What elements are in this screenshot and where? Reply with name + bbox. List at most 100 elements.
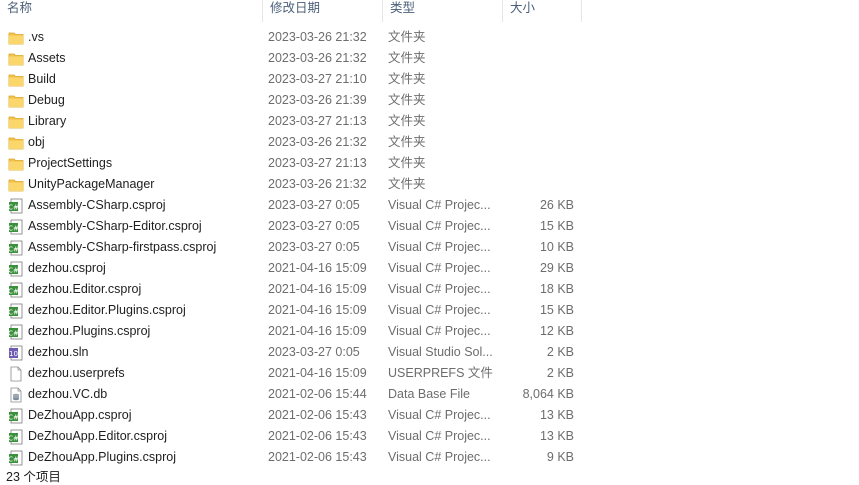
file-type: Visual Studio Sol...	[388, 345, 493, 359]
file-size: 15 KB	[539, 219, 574, 233]
file-row[interactable]: obj 2023-03-26 21:32 文件夹	[0, 132, 859, 153]
file-name: Assets	[28, 51, 66, 65]
csproj-icon: C#	[8, 450, 24, 466]
file-size: 18 KB	[539, 282, 574, 296]
file-size: 13 KB	[539, 408, 574, 422]
file-modified-date: 2021-04-16 15:09	[268, 282, 367, 296]
file-list: .vs 2023-03-26 21:32 文件夹 Assets 2023-03-26 2…	[0, 27, 859, 468]
svg-text:C#: C#	[8, 414, 19, 422]
file-name: Library	[28, 114, 67, 128]
file-row[interactable]: Library 2023-03-27 21:13 文件夹	[0, 111, 859, 132]
file-type: 文件夹	[388, 93, 426, 107]
file-size: 8,064 KB	[522, 387, 574, 401]
file-row[interactable]: Debug 2023-03-26 21:39 文件夹	[0, 90, 859, 111]
file-row[interactable]: C# dezhou.Plugins.csproj 2021-04-16 15:09 V…	[0, 321, 859, 342]
file-size: 13 KB	[539, 429, 574, 443]
file-row[interactable]: C# dezhou.Editor.csproj 2021-04-16 15:09 Vi…	[0, 279, 859, 300]
file-type: USERPREFS 文件	[388, 366, 493, 380]
file-modified-date: 2023-03-27 21:10	[268, 72, 367, 86]
file-type: Visual C# Projec...	[388, 408, 491, 422]
file-row[interactable]: C# DeZhouApp.csproj 2021-02-06 15:43 Visual…	[0, 405, 859, 426]
column-header-type[interactable]: 类型	[382, 0, 502, 22]
file-name: DeZhouApp.Plugins.csproj	[28, 450, 176, 464]
file-modified-date: 2023-03-26 21:32	[268, 51, 367, 65]
column-header-modified[interactable]: 修改日期	[262, 0, 382, 22]
file-size: 15 KB	[539, 303, 574, 317]
file-type: 文件夹	[388, 72, 426, 86]
file-modified-date: 2023-03-26 21:32	[268, 30, 367, 44]
file-size: 12 KB	[539, 324, 574, 338]
csproj-icon: C#	[8, 198, 24, 214]
csproj-icon: C#	[8, 282, 24, 298]
file-modified-date: 2023-03-27 21:13	[268, 114, 367, 128]
file-name: Debug	[28, 93, 65, 107]
file-type: 文件夹	[388, 135, 426, 149]
file-row[interactable]: C# dezhou.csproj 2021-04-16 15:09 Visual C#…	[0, 258, 859, 279]
file-type: 文件夹	[388, 156, 426, 170]
file-type: Visual C# Projec...	[388, 324, 491, 338]
file-modified-date: 2021-02-06 15:43	[268, 450, 367, 464]
file-row[interactable]: ProjectSettings 2023-03-27 21:13 文件夹	[0, 153, 859, 174]
file-row[interactable]: C# Assembly-CSharp-firstpass.csproj 2023-0…	[0, 237, 859, 258]
file-modified-date: 2021-04-16 15:09	[268, 366, 367, 380]
svg-text:C#: C#	[8, 435, 19, 443]
file-type: Visual C# Projec...	[388, 303, 491, 317]
file-type: Visual C# Projec...	[388, 198, 491, 212]
file-size: 9 KB	[546, 450, 574, 464]
folder-icon	[8, 93, 24, 109]
sln-icon: 10	[8, 345, 24, 361]
file-row[interactable]: Build 2023-03-27 21:10 文件夹	[0, 69, 859, 90]
file-modified-date: 2021-04-16 15:09	[268, 303, 367, 317]
folder-icon	[8, 51, 24, 67]
file-modified-date: 2023-03-26 21:32	[268, 177, 367, 191]
file-row[interactable]: C# Assembly-CSharp-Editor.csproj 2023-03-2…	[0, 216, 859, 237]
svg-text:C#: C#	[8, 225, 19, 233]
file-row[interactable]: C# DeZhouApp.Editor.csproj 2021-02-06 15:4…	[0, 426, 859, 447]
file-name: .vs	[28, 30, 44, 44]
file-type: 文件夹	[388, 114, 426, 128]
file-row[interactable]: 10 dezhou.sln 2023-03-27 0:05 Visual Studio…	[0, 342, 859, 363]
file-modified-date: 2023-03-27 0:05	[268, 198, 360, 212]
file-type: Data Base File	[388, 387, 470, 401]
file-name: ProjectSettings	[28, 156, 113, 170]
column-header-bar: 名称 修改日期 类型 大小	[0, 0, 859, 24]
file-modified-date: 2021-02-06 15:43	[268, 429, 367, 443]
file-row[interactable]: dezhou.userprefs 2021-04-16 15:09 USERPREF…	[0, 363, 859, 384]
svg-text:C#: C#	[8, 204, 19, 212]
file-modified-date: 2021-02-06 15:44	[268, 387, 367, 401]
file-name: dezhou.csproj	[28, 261, 106, 275]
file-row[interactable]: C# Assembly-CSharp.csproj 2023-03-27 0:05 V…	[0, 195, 859, 216]
column-header-name[interactable]: 名称	[0, 0, 262, 22]
file-name: obj	[28, 135, 45, 149]
file-name: Assembly-CSharp-firstpass.csproj	[28, 240, 217, 254]
file-row[interactable]: C# DeZhouApp.Plugins.csproj 2021-02-06 15:…	[0, 447, 859, 468]
file-size: 2 KB	[546, 345, 574, 359]
csproj-icon: C#	[8, 429, 24, 445]
svg-text:C#: C#	[8, 288, 19, 296]
svg-text:C#: C#	[8, 267, 19, 275]
file-row[interactable]: UnityPackageManager 2023-03-26 21:32 文件夹	[0, 174, 859, 195]
file-modified-date: 2021-04-16 15:09	[268, 324, 367, 338]
file-modified-date: 2023-03-26 21:39	[268, 93, 367, 107]
status-item-count: 23 个项目	[6, 470, 61, 484]
file-size: 10 KB	[539, 240, 574, 254]
file-type: Visual C# Projec...	[388, 261, 491, 275]
csproj-icon: C#	[8, 303, 24, 319]
folder-icon	[8, 30, 24, 46]
file-type: 文件夹	[388, 177, 426, 191]
file-size: 29 KB	[539, 261, 574, 275]
file-type: Visual C# Projec...	[388, 219, 491, 233]
csproj-icon: C#	[8, 408, 24, 424]
file-size: 2 KB	[546, 366, 574, 380]
file-row[interactable]: C# dezhou.Editor.Plugins.csproj 2021-04-16…	[0, 300, 859, 321]
file-row[interactable]: Assets 2023-03-26 21:32 文件夹	[0, 48, 859, 69]
file-row[interactable]: .vs 2023-03-26 21:32 文件夹	[0, 27, 859, 48]
csproj-icon: C#	[8, 261, 24, 277]
column-header-size[interactable]: 大小	[502, 0, 582, 22]
file-modified-date: 2021-02-06 15:43	[268, 408, 367, 422]
file-row[interactable]: dezhou.VC.db 2021-02-06 15:44 Data Base Fi…	[0, 384, 859, 405]
folder-icon	[8, 135, 24, 151]
svg-text:10: 10	[9, 350, 18, 358]
file-name: dezhou.sln	[28, 345, 89, 359]
file-type: 文件夹	[388, 30, 426, 44]
